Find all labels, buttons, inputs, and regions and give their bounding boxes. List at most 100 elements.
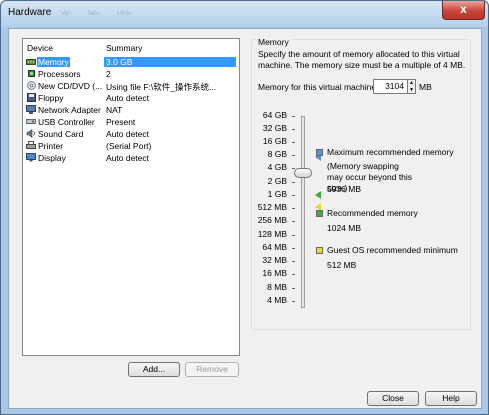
device-name: USB Controller <box>38 117 95 127</box>
memory-group-title: Memory <box>256 37 291 47</box>
scale-tick <box>292 221 295 222</box>
scale-tick <box>292 155 295 156</box>
device-summary: (Serial Port) <box>106 141 152 151</box>
device-summary: Auto detect <box>106 93 150 103</box>
device-name: Display <box>38 153 66 163</box>
guest-minimum-title: Guest OS recommended minimum <box>327 245 458 255</box>
scale-tick <box>292 288 295 289</box>
scale-label: 32 GB <box>262 123 287 133</box>
scale-label: 16 GB <box>262 136 287 146</box>
background-tab-label: Tabs <box>87 11 100 17</box>
title-bar: Hardware Vip Tabs Minin x <box>1 1 488 27</box>
scale-tick <box>292 274 295 275</box>
device-summary: Auto detect <box>106 153 150 163</box>
scale-tick <box>292 208 295 209</box>
device-name: Printer <box>38 141 64 151</box>
device-row-memory[interactable]: Memory 3.0 GB <box>24 56 238 68</box>
max-recommended-title: Maximum recommended memory <box>327 147 454 157</box>
device-name: Network Adapter <box>38 105 101 115</box>
sound-card-icon <box>26 129 36 138</box>
scale-tick <box>292 301 295 302</box>
scale-label: 4 MB <box>267 295 287 305</box>
max-recommended-value: 5936 MB <box>327 184 362 194</box>
scale-tick <box>292 261 295 262</box>
device-name: Floppy <box>38 93 64 103</box>
background-tab-label: Minin <box>117 11 132 17</box>
scale-tick <box>292 142 295 143</box>
column-header-summary[interactable]: Summary <box>106 43 142 53</box>
scale-label: 64 MB <box>262 242 287 252</box>
scale-label: 1 GB <box>267 189 287 199</box>
recommended-marker-icon <box>315 191 321 199</box>
device-row-usb-controller[interactable]: USB Controller Present <box>24 116 238 128</box>
guest-minimum-value: 512 MB <box>327 260 357 270</box>
memory-unit-label: MB <box>419 82 432 92</box>
device-name: New CD/DVD (... <box>38 81 103 91</box>
device-row-printer[interactable]: Printer (Serial Port) <box>24 140 238 152</box>
device-summary: Auto detect <box>106 129 150 139</box>
display-icon <box>26 153 36 162</box>
memory-icon <box>26 57 36 66</box>
scale-label: 2 GB <box>267 176 287 186</box>
memory-description: Specify the amount of memory allocated t… <box>258 49 466 70</box>
device-row-cd-dvd[interactable]: New CD/DVD (... Using file F:\软件_操作系统... <box>24 80 238 92</box>
list-header: Device Summary <box>23 39 239 55</box>
close-button[interactable]: Close <box>367 391 419 406</box>
recommended-legend-icon <box>316 210 323 217</box>
network-adapter-icon <box>26 105 36 114</box>
memory-field-label: Memory for this virtual machine: <box>258 82 379 92</box>
spin-up-icon[interactable]: ▲ <box>408 80 415 87</box>
device-name: Processors <box>38 69 81 79</box>
processor-icon <box>26 69 36 78</box>
scale-tick <box>292 235 295 236</box>
scale-label: 16 MB <box>262 268 287 278</box>
max-recommended-legend-icon <box>316 149 323 156</box>
device-row-sound-card[interactable]: Sound Card Auto detect <box>24 128 238 140</box>
usb-icon <box>26 117 36 126</box>
device-summary: Present <box>106 117 136 127</box>
scale-label: 32 MB <box>262 255 287 265</box>
device-row-processors[interactable]: Processors 2 <box>24 68 238 80</box>
hardware-dialog: Hardware Vip Tabs Minin x Device Summary… <box>0 0 489 415</box>
scale-tick <box>292 248 295 249</box>
device-summary: 2 <box>106 69 111 79</box>
window-title: Hardware <box>8 7 52 18</box>
memory-slider-track[interactable] <box>301 116 305 308</box>
scale-label: 128 MB <box>257 229 287 239</box>
device-row-display[interactable]: Display Auto detect <box>24 152 238 164</box>
printer-icon <box>26 141 36 150</box>
device-row-floppy[interactable]: Floppy Auto detect <box>24 92 238 104</box>
recommended-title: Recommended memory <box>327 208 418 218</box>
scale-label: 64 GB <box>262 110 287 120</box>
scale-label: 4 GB <box>267 162 287 172</box>
spin-down-icon[interactable]: ▼ <box>408 87 415 94</box>
scale-label: 8 GB <box>267 149 287 159</box>
column-header-device[interactable]: Device <box>27 43 53 53</box>
device-summary: 3.0 GB <box>104 57 236 67</box>
scale-tick <box>292 182 295 183</box>
memory-size-input[interactable]: 3104 <box>373 79 408 94</box>
scale-tick <box>292 116 295 117</box>
floppy-icon <box>26 93 36 102</box>
device-summary: NAT <box>106 105 123 115</box>
device-name: Sound Card <box>38 129 84 139</box>
device-name: Memory <box>37 57 70 67</box>
device-list[interactable]: Device Summary Memory 3.0 GB Processors … <box>22 38 240 356</box>
window-close-button[interactable]: x <box>442 1 485 20</box>
cd-dvd-icon <box>26 81 36 90</box>
device-row-network-adapter[interactable]: Network Adapter NAT <box>24 104 238 116</box>
add-device-button[interactable]: Add... <box>128 362 180 377</box>
memory-spinner[interactable]: ▲ ▼ <box>408 79 416 94</box>
scale-label: 256 MB <box>257 215 287 225</box>
scale-label: 8 MB <box>267 282 287 292</box>
background-tab-label: Vip <box>61 11 70 17</box>
dialog-body: Device Summary Memory 3.0 GB Processors … <box>8 28 482 409</box>
memory-slider-thumb[interactable] <box>294 168 312 178</box>
help-button[interactable]: Help <box>425 391 477 406</box>
guest-minimum-legend-icon <box>316 247 323 254</box>
scale-tick <box>292 195 295 196</box>
recommended-value: 1024 MB <box>327 223 362 233</box>
remove-device-button[interactable]: Remove <box>185 362 239 377</box>
scale-tick <box>292 129 295 130</box>
scale-label: 512 MB <box>257 202 287 212</box>
